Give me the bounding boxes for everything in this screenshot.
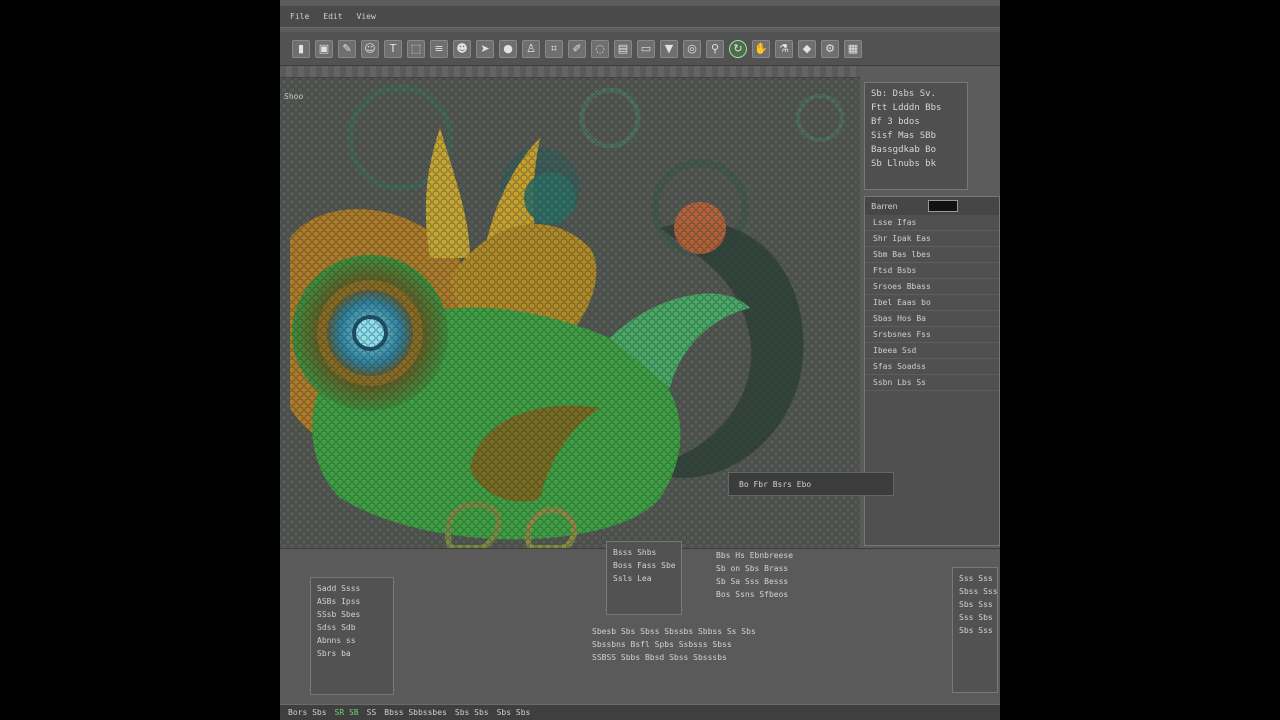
cursor-icon[interactable]: ➤ xyxy=(476,39,494,58)
stamp-icon[interactable]: ▮ xyxy=(292,39,310,58)
info-line: Sisf Mas SBb xyxy=(871,131,937,141)
layer-row[interactable]: Ftsd Bsbs xyxy=(865,263,999,279)
layer-row[interactable]: Srsbsnes Fss xyxy=(865,327,999,343)
crop-icon[interactable]: ⌗ xyxy=(545,39,563,58)
color-swatch[interactable] xyxy=(927,200,958,212)
status-tooltip: Bo Fbr Bsrs Ebo xyxy=(728,472,894,496)
property-line: Sbrs ba xyxy=(317,649,351,658)
info-line: Sb: Dsbs Sv. xyxy=(871,89,937,99)
gradient-icon[interactable]: ▤ xyxy=(614,39,632,58)
layer-row[interactable]: Ibel Eaas bo xyxy=(865,295,999,311)
side-list-item: Sss Sss xyxy=(959,574,993,583)
preview-line: Ssls Lea xyxy=(613,574,652,583)
layer-row[interactable]: Sbm Bas lbes xyxy=(865,247,999,263)
info-line: Bassgdkab Bo xyxy=(871,145,937,155)
grid-icon[interactable]: ▦ xyxy=(844,39,862,58)
menu-file[interactable]: File xyxy=(290,12,309,21)
description-line: Sb on Sbs Brass xyxy=(716,564,789,573)
fill-icon[interactable]: ▼ xyxy=(660,39,678,58)
rotate-icon[interactable]: ↻ xyxy=(729,39,747,58)
footer-line: Sbesb Sbs Sbss Sbssbs Sbbss Ss Sbs xyxy=(592,627,756,636)
status-item: SS xyxy=(366,708,377,717)
footer-text: Sbesb Sbs Sbss Sbssbs Sbbss Ss Sbs Sbssbn… xyxy=(592,625,992,664)
layers-header: Barren xyxy=(865,197,999,215)
side-list-item: Sbss Sss xyxy=(959,587,998,596)
footer-line: SSBSS Sbbs Bbsd Sbss Sbsssbs xyxy=(592,653,727,662)
layer-list: Lsse Ifas Shr Ipak Eas Sbm Bas lbes Ftsd Bs… xyxy=(865,215,999,391)
canvas-label: Shoo xyxy=(284,92,304,101)
property-line: ASBs Ipss xyxy=(317,597,361,606)
ruler xyxy=(280,66,860,78)
shape-icon[interactable]: ◆ xyxy=(798,39,816,58)
layers-icon[interactable]: ≡ xyxy=(430,39,448,58)
globe-icon[interactable]: ◎ xyxy=(683,39,701,58)
menu-view[interactable]: View xyxy=(357,12,376,21)
eraser-icon[interactable]: ▭ xyxy=(637,39,655,58)
layer-row[interactable]: Lsse Ifas xyxy=(865,215,999,231)
layer-row[interactable]: Ssbn Lbs Ss xyxy=(865,375,999,391)
layer-row[interactable]: Srsoes Bbass xyxy=(865,279,999,295)
status-bar: Bors Sbs SR SB SS Bbss Sbbssbes Sbs Sbs Sbs S… xyxy=(280,704,1000,720)
info-panel: Sb: Dsbs Sv. Ftt Ldddn Bbs Bf 3 bdos Sisf M… xyxy=(864,82,968,190)
status-item: Bbss Sbbssbes xyxy=(384,708,447,717)
description-line: Bbs Hs Ebnbreese xyxy=(716,551,794,560)
layer-row[interactable]: Ibeea Ssd xyxy=(865,343,999,359)
menu-edit[interactable]: Edit xyxy=(323,12,342,21)
info-line: Bf 3 bdos xyxy=(871,117,920,127)
app-window: File Edit View ▮ ▣ ✎ ☺ T ⬚ ≡ ☻ ➤ ● ♙ ⌗ ✐ ◌ ▤ ▭ ▼ ◎ ⚲ ↻ ✋ ⚗ ◆ ⚙ ▦ xyxy=(280,0,1000,720)
status-item: Sbs Sbs xyxy=(454,708,489,717)
description-line: Bos Ssns Sfbeos xyxy=(716,590,789,599)
text-icon[interactable]: T xyxy=(384,39,402,58)
layer-row[interactable]: Sfas Soadss xyxy=(865,359,999,375)
letterbox-left xyxy=(0,0,280,720)
menu-bar: File Edit View xyxy=(280,6,1000,28)
side-list-item: Sbs Sss xyxy=(959,626,993,635)
figure-icon[interactable]: ♙ xyxy=(522,39,540,58)
preview-line: Boss Fass Sbe xyxy=(613,561,676,570)
settings-icon[interactable]: ⚙ xyxy=(821,39,839,58)
face-icon[interactable]: ☻ xyxy=(453,39,471,58)
properties-box: Sadd Ssss ASBs Ipss SSsb Sbes Sdss Sdb Abnns… xyxy=(310,577,394,695)
layers-title: Barren xyxy=(871,201,898,211)
description-line: Sb Sa Sss Besss xyxy=(716,577,789,586)
bottom-panel: Sadd Ssss ASBs Ipss SSsb Sbes Sdss Sdb Abnns… xyxy=(280,541,1000,704)
person-icon[interactable]: ☺ xyxy=(361,39,379,58)
select-icon[interactable]: ⬚ xyxy=(407,39,425,58)
status-item: Bors Sbs xyxy=(288,708,327,717)
property-line: SSsb Sbes xyxy=(317,610,361,619)
side-list-item: Sbs Sss xyxy=(959,600,993,609)
pencil-icon[interactable]: ✐ xyxy=(568,39,586,58)
property-line: Abnns ss xyxy=(317,636,356,645)
status-item: SR SB xyxy=(334,708,359,717)
footer-line: Sbssbns Bsfl Spbs Ssbsss Sbss xyxy=(592,640,732,649)
layer-row[interactable]: Shr Ipak Eas xyxy=(865,231,999,247)
circle-icon[interactable]: ● xyxy=(499,39,517,58)
layer-row[interactable]: Sbas Hos Ba xyxy=(865,311,999,327)
tooltip-text: Bo Fbr Bsrs Ebo xyxy=(739,479,812,489)
side-list-item: Sss Sbs xyxy=(959,613,993,622)
lasso-icon[interactable]: ◌ xyxy=(591,39,609,58)
info-line: Sb Llnubs bk xyxy=(871,159,937,169)
eyedropper-icon[interactable]: ⚗ xyxy=(775,39,793,58)
preview-box: Bsss Shbs Boss Fass Sbe Ssls Lea xyxy=(606,541,682,615)
side-list: Sss Sss Sbss Sss Sbs Sss Sss Sbs Sbs Sss xyxy=(952,567,998,693)
preview-line: Bsss Shbs xyxy=(613,548,657,557)
brush-icon[interactable]: ✎ xyxy=(338,39,356,58)
description-text: Bbs Hs Ebnbreese Sb on Sbs Brass Sb Sa Sss… xyxy=(716,549,866,601)
hand-icon[interactable]: ✋ xyxy=(752,39,770,58)
property-line: Sadd Ssss xyxy=(317,584,361,593)
image-icon[interactable]: ▣ xyxy=(315,39,333,58)
toolbar: ▮ ▣ ✎ ☺ T ⬚ ≡ ☻ ➤ ● ♙ ⌗ ✐ ◌ ▤ ▭ ▼ ◎ ⚲ ↻ ✋ ⚗ ◆ ⚙ ▦ xyxy=(280,32,1000,66)
zoom-icon[interactable]: ⚲ xyxy=(706,39,724,58)
letterbox-right xyxy=(1000,0,1280,720)
status-item: Sbs Sbs xyxy=(496,708,531,717)
property-line: Sdss Sdb xyxy=(317,623,356,632)
info-line: Ftt Ldddn Bbs xyxy=(871,103,942,113)
